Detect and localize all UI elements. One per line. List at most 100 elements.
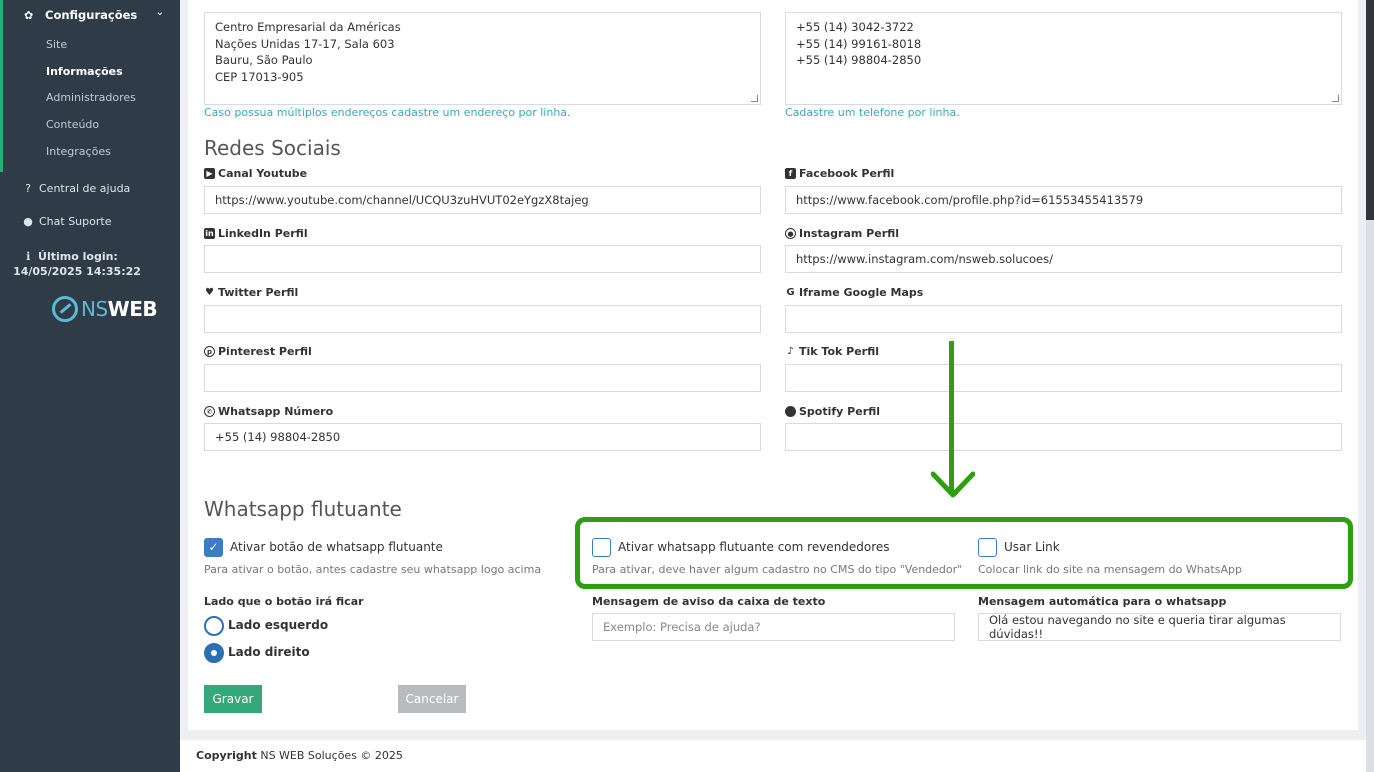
annotation-highlight-box [575,517,1353,589]
youtube-label-text: Canal Youtube [218,167,308,180]
phone-line: +55 (14) 99161-8018 [796,36,922,51]
twitter-label-text: Twitter Perfil [218,286,299,299]
tiktok-label-text: Tik Tok Perfil [799,345,880,358]
question-icon: ? [25,182,31,195]
chat-icon: ● [23,215,33,228]
address-line: Centro Empresarial da Américas [215,20,401,34]
sidebar-item-integracoes[interactable]: Integrações [46,145,111,158]
twitter-label: ♥ Twitter Perfil [204,286,298,299]
tiktok-icon: ♪ [787,346,794,357]
resize-grip-icon[interactable] [751,95,758,102]
gmaps-input[interactable] [785,305,1342,333]
auto-message-label: Mensagem automática para o whatsapp [978,595,1227,608]
footer-copyright-text: NS WEB Soluções © 2025 [256,749,403,762]
message-input[interactable]: Exemplo: Precisa de ajuda? [592,613,955,641]
address-help: Caso possua múltiplos endereços cadastre… [204,106,571,119]
instagram-label: ● Instagram Perfil [785,227,899,240]
sidebar-item-informacoes[interactable]: Informações [46,65,123,78]
logo-ns: NS [81,297,108,321]
sidebar-chat-label: Chat Suporte [39,215,112,228]
tiktok-label: ♪ Tik Tok Perfil [785,345,879,358]
sidebar-section-configuracoes[interactable]: ✿ Configurações ⌄ [24,7,170,23]
resize-grip-icon[interactable] [1332,95,1339,102]
pinterest-label: p Pinterest Perfil [204,345,312,358]
whatsapp-icon: ✆ [204,406,215,417]
pinterest-icon: p [204,346,215,357]
linkedin-label-text: LinkedIn Perfil [218,227,308,240]
save-button[interactable]: Gravar [204,685,262,713]
facebook-input[interactable]: https://www.facebook.com/profile.php?id=… [785,186,1342,214]
linkedin-icon: in [204,228,215,239]
side-label: Lado que o botão irá ficar [204,595,364,608]
sidebar-help-label: Central de ajuda [39,182,131,195]
address-line: CEP 17013-905 [215,69,304,84]
instagram-input[interactable]: https://www.instagram.com/nsweb.solucoes… [785,245,1342,273]
chevron-down-icon[interactable]: ⌄ [156,7,164,18]
sidebar-item-conteudo[interactable]: Conteúdo [46,118,99,131]
pinterest-input[interactable] [204,364,761,392]
info-icon: ℹ [26,250,31,263]
scrollbar-thumb[interactable] [1366,0,1374,220]
whatsapp-number-input[interactable]: +55 (14) 98804-2850 [204,423,761,451]
logo-web: WEB [107,297,158,321]
sidebar-item-site[interactable]: Site [46,38,67,51]
side-right-label[interactable]: Lado direito [228,645,310,659]
footer-copyright-bold: Copyright [196,749,257,762]
address-textarea[interactable]: Centro Empresarial da Américas Nações Un… [204,12,761,105]
last-login-label: Último login: [38,250,118,263]
side-left-radio[interactable] [204,616,224,636]
twitter-icon: ♥ [205,287,214,298]
spotify-input[interactable] [785,423,1342,451]
spotify-icon [785,406,796,417]
social-section-title: Redes Sociais [204,136,341,160]
enable-whatsapp-checkbox[interactable]: ✓ [204,538,223,557]
sidebar-item-help[interactable]: ? Central de ajuda [22,182,130,195]
phone-textarea[interactable]: +55 (14) 3042-3722 +55 (14) 99161-8018 +… [785,12,1342,105]
spotify-label: Spotify Perfil [785,405,880,418]
address-line: Bauru, São Paulo [215,53,313,67]
gmaps-label-text: Iframe Google Maps [799,286,924,299]
phone-help: Cadastre um telefone por linha. [785,106,960,119]
youtube-label: ▶ Canal Youtube [204,167,307,180]
cancel-button[interactable]: Cancelar [398,685,466,713]
message-label: Mensagem de aviso da caixa de texto [592,595,826,608]
sidebar-section-label: Configurações [45,8,138,22]
twitter-input[interactable] [204,305,761,333]
address-line: Nações Unidas 17-17, Sala 603 [215,36,395,51]
sidebar-active-accent [0,0,3,172]
youtube-icon: ▶ [204,168,215,179]
whatsapp-number-label-text: Whatsapp Número [218,405,334,418]
gear-icon: ✿ [24,8,34,22]
side-left-label[interactable]: Lado esquerdo [228,618,328,632]
spotify-label-text: Spotify Perfil [799,405,881,418]
gmaps-label: G Iframe Google Maps [785,286,923,299]
last-login-value: 14/05/2025 14:35:22 [13,265,141,278]
youtube-input[interactable]: https://www.youtube.com/channel/UCQU3zuH… [204,186,761,214]
sidebar-item-chat[interactable]: ● Chat Suporte [22,215,111,228]
facebook-label: f Facebook Perfil [785,167,894,180]
facebook-icon: f [785,168,796,179]
linkedin-label: in LinkedIn Perfil [204,227,308,240]
instagram-icon: ● [785,228,796,239]
sidebar-item-administradores[interactable]: Administradores [46,91,136,104]
enable-whatsapp-help: Para ativar o botão, antes cadastre seu … [204,563,542,576]
last-login: ℹ Último login: 14/05/2025 14:35:22 [0,249,144,279]
google-icon: G [786,287,795,298]
enable-whatsapp-label[interactable]: Ativar botão de whatsapp flutuante [230,540,443,554]
whatsapp-floating-title: Whatsapp flutuante [204,497,402,521]
annotation-arrow-head-icon [931,471,975,498]
facebook-label-text: Facebook Perfil [799,167,895,180]
pinterest-label-text: Pinterest Perfil [218,345,312,358]
phone-line: +55 (14) 98804-2850 [796,53,922,67]
whatsapp-number-label: ✆ Whatsapp Número [204,405,333,418]
footer: Copyright NS WEB Soluções © 2025 [180,740,1366,772]
linkedin-input[interactable] [204,245,761,273]
nsweb-logo: NSWEB [52,296,158,322]
nsweb-logo-mark-icon [52,296,78,322]
instagram-label-text: Instagram Perfil [799,227,900,240]
phone-line: +55 (14) 3042-3722 [796,20,914,34]
sidebar: ✿ Configurações ⌄ Site Informações Admin… [0,0,180,772]
auto-message-input[interactable]: Olá estou navegando no site e queria tir… [978,613,1341,641]
tiktok-input[interactable] [785,364,1342,392]
side-right-radio[interactable] [204,643,224,663]
